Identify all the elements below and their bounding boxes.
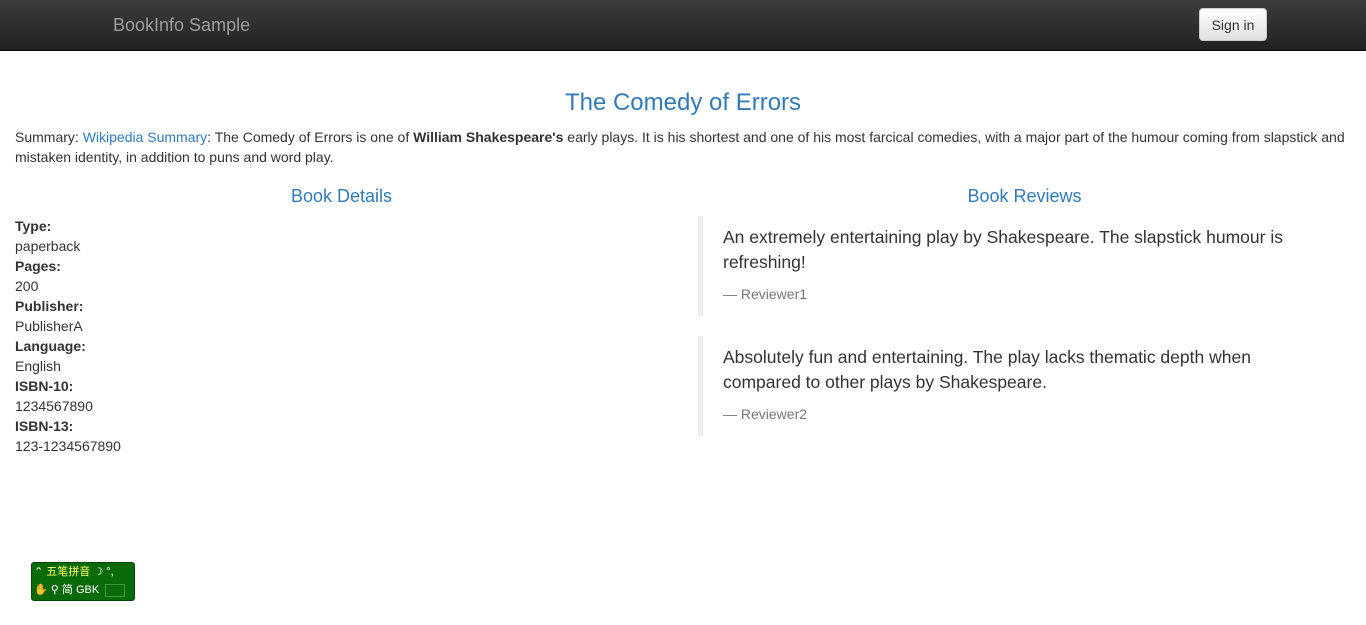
summary-text-1: : The Comedy of Errors is one of bbox=[207, 129, 414, 145]
brand-link[interactable]: BookInfo Sample bbox=[113, 14, 250, 36]
search-icon[interactable]: ⚲ bbox=[51, 584, 59, 596]
review-2: Absolutely fun and entertaining. The pla… bbox=[698, 336, 1308, 436]
ime-toolbar[interactable]: ⌃ 五笔拼音 ☽ °, ✋ ⚲ 简 GBK bbox=[31, 562, 135, 601]
summary-prefix: Summary: bbox=[15, 129, 83, 145]
detail-key-type: Type: bbox=[15, 218, 52, 234]
detail-key-isbn10: ISBN-10: bbox=[15, 378, 74, 394]
sign-in-button[interactable]: Sign in bbox=[1199, 8, 1267, 41]
detail-value-pages: 200 bbox=[15, 278, 39, 294]
book-details-heading: Book Details bbox=[290, 186, 393, 206]
book-summary: Summary: Wikipedia Summary: The Comedy o… bbox=[15, 127, 1355, 167]
review-2-reviewer: — Reviewer2 bbox=[723, 406, 808, 422]
punctuation-icon[interactable]: °, bbox=[106, 566, 113, 578]
half-width-moon-icon[interactable]: ☽ bbox=[93, 566, 103, 578]
review-1-reviewer: — Reviewer1 bbox=[723, 286, 808, 302]
keyboard-icon[interactable] bbox=[105, 583, 126, 597]
ime-bottom-row: ✋ ⚲ 简 GBK bbox=[34, 582, 126, 599]
summary-author: William Shakespeare's bbox=[413, 129, 564, 145]
wikipedia-summary-link[interactable]: Wikipedia Summary bbox=[83, 129, 207, 145]
detail-value-publisher: PublisherA bbox=[15, 318, 83, 334]
detail-key-publisher: Publisher: bbox=[15, 298, 84, 314]
book-reviews-heading: Book Reviews bbox=[967, 186, 1082, 206]
detail-value-type: paperback bbox=[15, 238, 81, 254]
review-2-text: Absolutely fun and entertaining. The pla… bbox=[723, 347, 1251, 392]
book-title: The Comedy of Errors bbox=[564, 89, 802, 116]
hand-icon[interactable]: ✋ bbox=[34, 584, 48, 596]
ime-mode-label[interactable]: 五笔拼音 bbox=[46, 566, 90, 578]
detail-key-language: Language: bbox=[15, 338, 86, 354]
collapse-icon[interactable]: ⌃ bbox=[34, 566, 43, 578]
review-1-text: An extremely entertaining play by Shakes… bbox=[723, 227, 1283, 272]
detail-value-isbn10: 1234567890 bbox=[15, 398, 93, 414]
navbar: BookInfo Sample Sign in bbox=[0, 0, 1366, 51]
book-details-list: Type: paperback Pages: 200 Publisher: Pu… bbox=[15, 216, 121, 456]
detail-value-language: English bbox=[15, 358, 61, 374]
detail-value-isbn13: 123-1234567890 bbox=[15, 438, 121, 454]
ime-top-row: ⌃ 五笔拼音 ☽ °, bbox=[34, 564, 114, 581]
review-1: An extremely entertaining play by Shakes… bbox=[698, 216, 1308, 316]
detail-key-isbn13: ISBN-13: bbox=[15, 418, 74, 434]
detail-key-pages: Pages: bbox=[15, 258, 61, 274]
ime-charset-label[interactable]: 简 GBK bbox=[62, 584, 99, 596]
